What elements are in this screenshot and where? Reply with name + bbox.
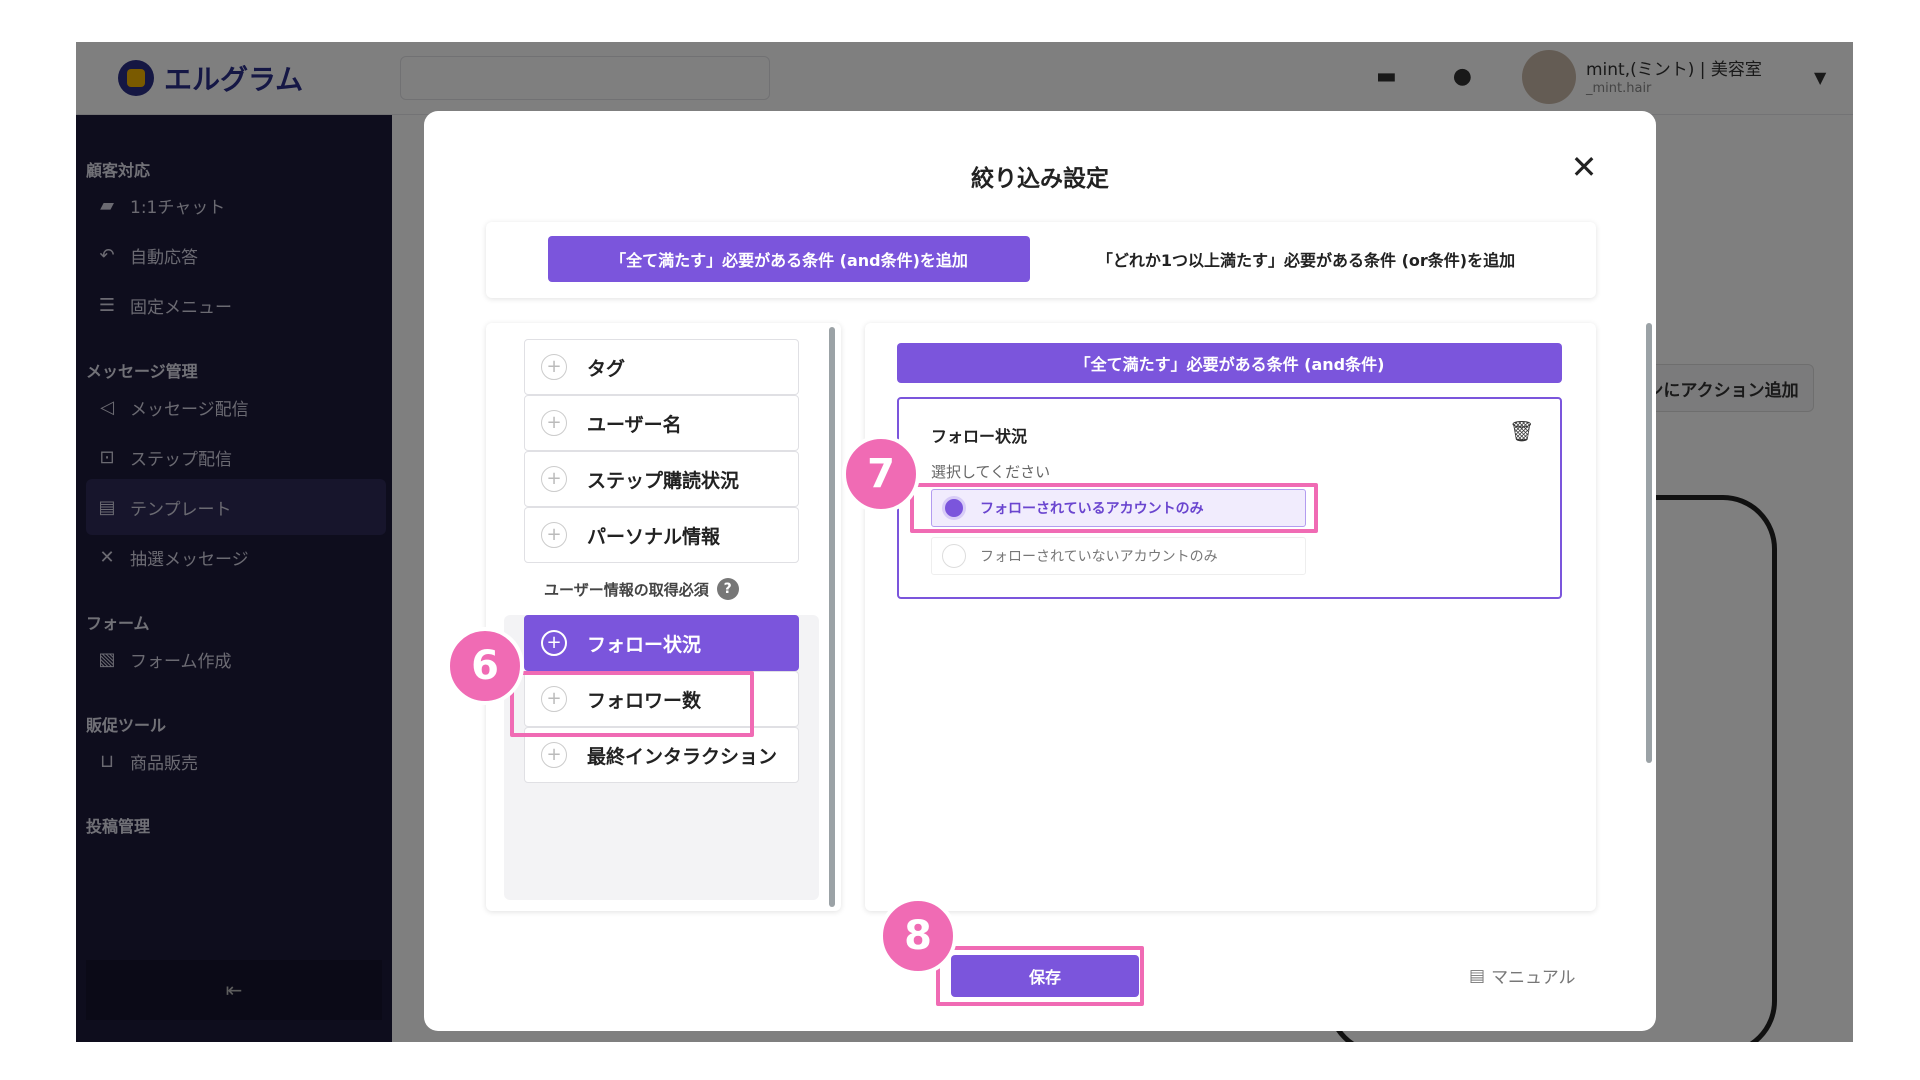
save-button[interactable]: 保存: [951, 955, 1139, 997]
help-icon[interactable]: ?: [716, 578, 739, 600]
condition-last-interaction-button[interactable]: + 最終インタラクション: [524, 727, 799, 783]
tab-or-condition[interactable]: 「どれか1つ以上満たす」必要がある条件 (or条件)を追加: [1046, 236, 1566, 282]
book-icon: ▤: [1469, 965, 1486, 986]
filter-settings-modal: 絞り込み設定 ✕ 「全て満たす」必要がある条件 (and条件)を追加 「どれか1…: [424, 111, 1656, 1031]
plus-circle-icon: +: [541, 466, 567, 492]
app-window: エルグラム ▬ ● mint,(ミント) | 美容室 _mint.hair ▼ …: [76, 42, 1853, 1042]
condition-tag-button[interactable]: + タグ: [524, 339, 799, 395]
condition-follower-count-button[interactable]: + フォロワー数: [524, 671, 799, 727]
manual-link[interactable]: ▤ マニュアル: [1469, 963, 1576, 989]
follow-status-condition-card: フォロー状況 🗑 選択してください フォローされているアカウントのみ フォローさ…: [897, 397, 1562, 599]
step-badge-8: 8: [879, 897, 957, 975]
modal-scrollbar[interactable]: [1646, 323, 1652, 763]
plus-circle-icon: +: [541, 630, 567, 656]
radio-dot: [942, 544, 966, 568]
modal-title: 絞り込み設定: [971, 166, 1109, 192]
condition-tabs: 「全て満たす」必要がある条件 (and条件)を追加 「どれか1つ以上満たす」必要…: [486, 222, 1596, 298]
condition-list-panel: + タグ + ユーザー名 + ステップ購読状況 + パーソナル情報 ユーザー情報の取得必…: [486, 323, 841, 911]
trash-icon[interactable]: 🗑: [1509, 419, 1534, 443]
plus-circle-icon: +: [541, 354, 567, 380]
radio-not-followed-only[interactable]: フォローされていないアカウントのみ: [931, 537, 1306, 575]
plus-circle-icon: +: [541, 410, 567, 436]
step-badge-6: 6: [446, 627, 524, 705]
left-panel-scrollbar[interactable]: [829, 327, 835, 907]
condition-card-title: フォロー状況: [931, 427, 1028, 446]
screen: エルグラム ▬ ● mint,(ミント) | 美容室 _mint.hair ▼ …: [0, 0, 1920, 1080]
close-icon[interactable]: ✕: [1564, 147, 1604, 187]
plus-circle-icon: +: [541, 686, 567, 712]
plus-circle-icon: +: [541, 742, 567, 768]
plus-circle-icon: +: [541, 522, 567, 548]
radio-dot: [942, 496, 966, 520]
and-condition-header: 「全て満たす」必要がある条件 (and条件): [897, 343, 1562, 383]
tab-and-condition[interactable]: 「全て満たす」必要がある条件 (and条件)を追加: [548, 236, 1030, 282]
condition-personal-button[interactable]: + パーソナル情報: [524, 507, 799, 563]
condition-step-button[interactable]: + ステップ購読状況: [524, 451, 799, 507]
condition-follow-status-button[interactable]: + フォロー状況: [524, 615, 799, 671]
step-badge-7: 7: [842, 435, 920, 513]
user-info-heading: ユーザー情報の取得必須?: [544, 578, 739, 600]
condition-username-button[interactable]: + ユーザー名: [524, 395, 799, 451]
condition-card-hint: 選択してください: [931, 463, 1051, 481]
selected-conditions-panel: 「全て満たす」必要がある条件 (and条件) フォロー状況 🗑 選択してください…: [865, 323, 1596, 911]
radio-followed-only[interactable]: フォローされているアカウントのみ: [931, 489, 1306, 527]
